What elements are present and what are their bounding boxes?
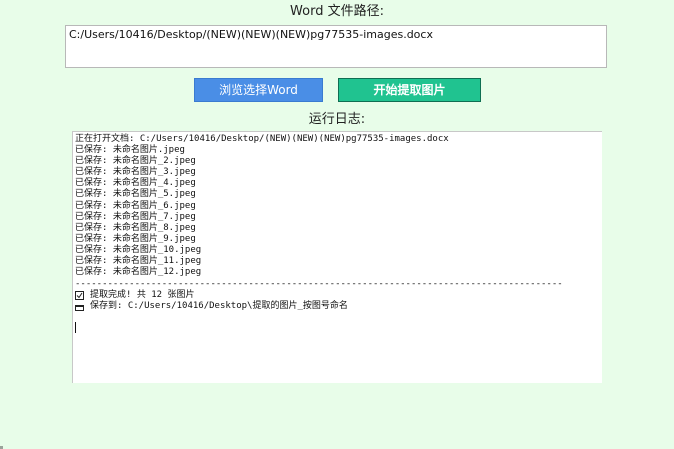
log-line: 已保存: 未命名图片_10.jpeg xyxy=(75,244,202,255)
log-textarea[interactable]: 正在打开文档: C:/Users/10416/Desktop/(NEW)(NEW… xyxy=(72,131,602,383)
log-line: 已保存: 未命名图片_8.jpeg xyxy=(75,222,196,233)
log-line: 正在打开文档: C:/Users/10416/Desktop/(NEW)(NEW… xyxy=(75,134,449,144)
check-box-icon xyxy=(75,291,84,301)
log-line: 已保存: 未命名图片_2.jpeg xyxy=(75,156,196,167)
start-extract-button[interactable]: 开始提取图片 xyxy=(338,78,481,102)
browse-word-button[interactable]: 浏览选择Word xyxy=(194,78,323,102)
log-line: 已保存: 未命名图片_7.jpeg xyxy=(75,211,196,222)
log-saved-line: 保存到: C:/Users/10416/Desktop\提取的图片_按图号命名 xyxy=(75,301,602,312)
log-line: 已保存: 未命名图片_4.jpeg xyxy=(75,178,196,189)
log-line: 已保存: 未命名图片_6.jpeg xyxy=(75,200,196,211)
log-done-line: 提取完成! 共 12 张图片 xyxy=(75,290,602,301)
log-label: 运行日志: xyxy=(308,112,366,127)
log-saved-text: 保存到: C:/Users/10416/Desktop\提取的图片_按图号命名 xyxy=(90,301,348,312)
log-line: 已保存: 未命名图片_5.jpeg xyxy=(75,189,196,200)
log-line: 已保存: 未命名图片_3.jpeg xyxy=(75,167,196,178)
log-line: 已保存: 未命名图片_12.jpeg xyxy=(75,267,202,278)
word-path-input[interactable]: C:/Users/10416/Desktop/(NEW)(NEW)(NEW)pg… xyxy=(65,25,607,68)
log-done-text: 提取完成! 共 12 张图片 xyxy=(90,290,195,301)
log-separator: ----------------------------------------… xyxy=(75,279,563,290)
word-path-label: Word 文件路径: xyxy=(290,4,384,19)
log-line: 已保存: 未命名图片_9.jpeg xyxy=(75,233,196,244)
log-line: 已保存: 未命名图片.jpeg xyxy=(75,145,185,156)
log-line: 已保存: 未命名图片_11.jpeg xyxy=(75,256,202,267)
